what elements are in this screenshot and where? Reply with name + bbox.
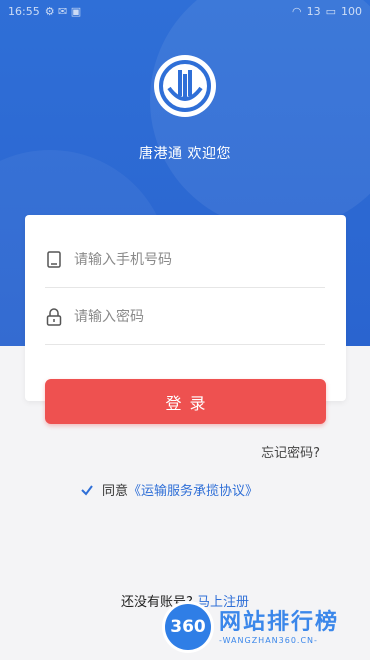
anchor-logo-icon — [159, 60, 211, 112]
welcome-title: 唐港通 欢迎您 — [139, 146, 231, 162]
phone-input[interactable] — [74, 251, 304, 268]
battery-level: 100 — [341, 4, 362, 18]
watermark: 360 网站排行榜 -WANGZHAN360.CN- — [165, 604, 339, 650]
wifi-icon: ◠ — [291, 4, 302, 18]
login-card — [25, 215, 346, 401]
signal-strength: 13 — [306, 4, 321, 18]
notification-icon: ⚙ ✉ ▣ — [44, 4, 82, 18]
agreement-label: 同意 — [102, 484, 129, 499]
battery-icon: ▭ — [325, 4, 336, 18]
watermark-badge: 360 — [165, 604, 211, 650]
password-input[interactable] — [74, 308, 304, 325]
lock-icon — [45, 307, 63, 326]
phone-icon — [45, 251, 63, 269]
watermark-domain: -WANGZHAN360.CN- — [219, 635, 318, 645]
status-time: 16:55 — [8, 4, 40, 18]
watermark-name: 网站排行榜 — [219, 609, 340, 635]
agreement-row: 同意 《运输服务承揽协议》 — [80, 480, 258, 499]
app-logo — [154, 55, 216, 117]
agreement-link[interactable]: 《运输服务承揽协议》 — [128, 480, 258, 499]
password-field — [45, 289, 325, 345]
login-button[interactable]: 登录 — [45, 379, 326, 424]
forgot-password-link[interactable]: 忘记密码? — [261, 442, 320, 461]
status-bar: 16:55 ⚙ ✉ ▣ ◠ 13 ▭ 100 — [0, 0, 370, 22]
checkbox-icon[interactable] — [80, 483, 94, 497]
phone-field — [45, 232, 325, 288]
